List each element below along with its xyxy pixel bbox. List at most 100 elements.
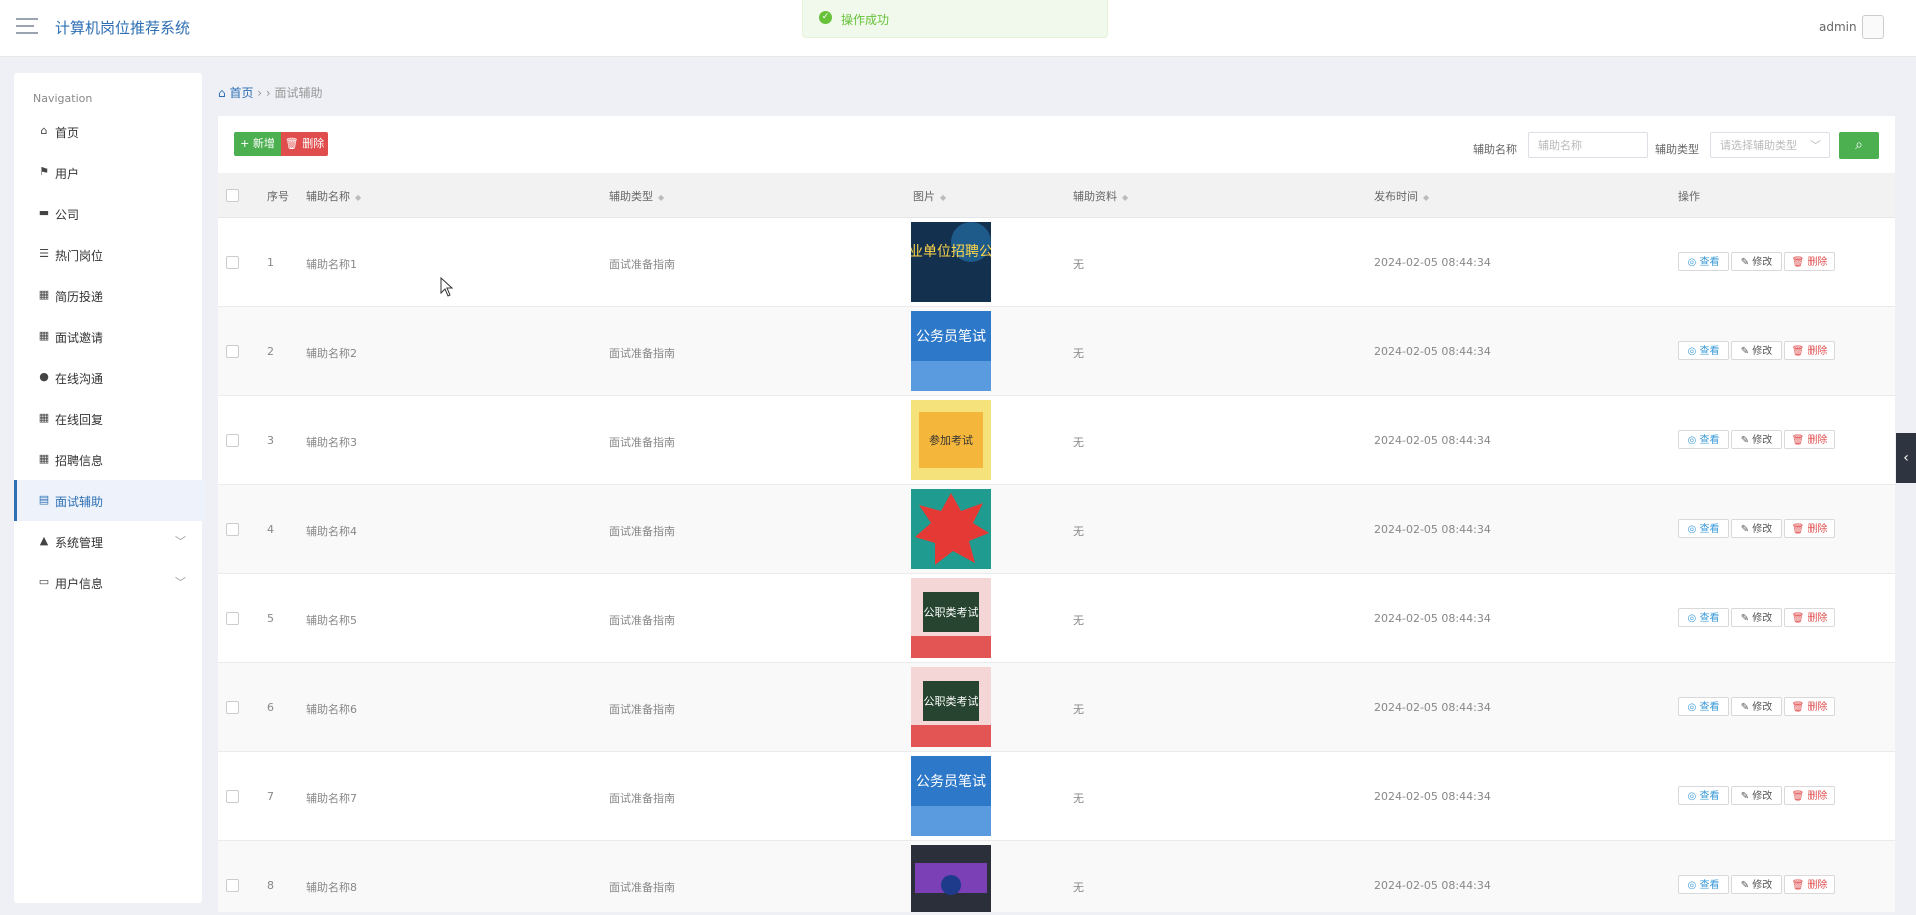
sidebar-item-label: 用户信息 [55,577,104,591]
sort-icon: ◆ [940,193,947,202]
cell-material: 无 [1073,436,1084,449]
thumbnail-image[interactable]: 事业单位招聘公告 [895,222,1007,302]
search-button[interactable]: ⌕ [1839,132,1879,159]
sidebar-item-online-chat[interactable]: ● 在线沟通 [14,357,202,398]
toast-message: 操作成功 [841,13,890,27]
col-material[interactable]: 辅助资料 ◆ [1073,188,1128,204]
thumbnail-image[interactable]: 参加考试 [911,400,991,480]
sidebar-item-home[interactable]: ⌂ 首页 [14,111,202,152]
view-button[interactable]: ◎ 查看 [1678,430,1729,449]
delete-button[interactable]: 🗑 删除 [1784,341,1835,360]
cell-time: 2024-02-05 08:44:34 [1374,701,1491,714]
cell-time: 2024-02-05 08:44:34 [1374,612,1491,625]
sidebar-item-hot-jobs[interactable]: ☰ 热门岗位 [14,234,202,275]
cell-type: 面试准备指南 [609,258,675,271]
row-checkbox[interactable] [226,434,239,447]
sidebar-item-company[interactable]: ▬ 公司 [14,193,202,234]
thumbnail-image[interactable]: 公务员笔试 [911,756,991,836]
sidebar-item-system[interactable]: ▲ 系统管理 ﹀ [14,521,202,562]
sidebar-item-user-info[interactable]: ▭ 用户信息 ﹀ [14,562,202,603]
cell-no: 3 [267,434,274,447]
row-checkbox[interactable] [226,523,239,536]
table-row: 6 辅助名称6 面试准备指南 公职类考试 无 2024-02-05 08:44:… [218,663,1895,752]
chevron-left-icon: ‹ [1903,450,1909,466]
batch-delete-button[interactable]: 🗑 删除 [281,132,328,156]
delete-button[interactable]: 🗑 删除 [1784,875,1835,894]
sidebar-item-online-reply[interactable]: ▦ 在线回复 [14,398,202,439]
thumbnail-image[interactable]: 公务员笔试 [911,311,991,391]
menu-toggle-icon[interactable] [16,18,38,36]
type-select[interactable]: 请选择辅助类型 ﹀ [1710,132,1830,158]
row-checkbox[interactable] [226,256,239,269]
edit-button[interactable]: ✎ 修改 [1731,430,1782,449]
col-name[interactable]: 辅助名称 ◆ [306,188,361,204]
edit-button[interactable]: ✎ 修改 [1731,341,1782,360]
mouse-cursor-icon [440,277,454,297]
collapse-panel-tab[interactable]: ‹ [1896,433,1916,483]
thumbnail-image[interactable] [911,489,991,569]
row-checkbox[interactable] [226,612,239,625]
avatar[interactable] [1862,15,1884,39]
sidebar: Navigation ⌂ 首页 ⚑ 用户 ▬ 公司 ☰ 热门岗位 ▦ 简历投递 … [14,73,205,903]
sidebar-item-recruit-info[interactable]: ▦ 招聘信息 [14,439,202,480]
view-button[interactable]: ◎ 查看 [1678,519,1729,538]
chevron-down-icon: ﹀ [175,535,186,548]
view-button[interactable]: ◎ 查看 [1678,608,1729,627]
row-checkbox[interactable] [226,790,239,803]
thumb-graphic: 公务员笔试 [911,311,991,391]
thumb-caption: 事业单位招聘公告 [911,244,991,260]
thumbnail-image[interactable] [911,845,991,912]
col-no: 序号 [267,190,289,203]
delete-button[interactable]: 🗑 删除 [1784,786,1835,805]
delete-button[interactable]: 🗑 删除 [1784,697,1835,716]
edit-button[interactable]: ✎ 修改 [1731,786,1782,805]
sidebar-item-resume[interactable]: ▦ 简历投递 [14,275,202,316]
user-name[interactable]: admin [1819,20,1857,34]
delete-button[interactable]: 🗑 删除 [1784,519,1835,538]
col-image[interactable]: 图片 ◆ [913,188,946,204]
breadcrumb-home[interactable]: ⌂ 首页 [218,86,253,100]
view-button[interactable]: ◎ 查看 [1678,786,1729,805]
table-row: 5 辅助名称5 面试准备指南 公职类考试 无 2024-02-05 08:44:… [218,574,1895,663]
col-type[interactable]: 辅助类型 ◆ [609,188,664,204]
edit-button[interactable]: ✎ 修改 [1731,252,1782,271]
cell-no: 1 [267,256,274,269]
sidebar-item-interview-invite[interactable]: ▦ 面试邀请 [14,316,202,357]
thumb-graphic [911,845,991,912]
edit-button[interactable]: ✎ 修改 [1731,697,1782,716]
cell-no: 6 [267,701,274,714]
delete-button[interactable]: 🗑 删除 [1784,252,1835,271]
cell-material: 无 [1073,881,1084,894]
cell-time: 2024-02-05 08:44:34 [1374,523,1491,536]
row-checkbox[interactable] [226,879,239,892]
cell-type: 面试准备指南 [609,881,675,894]
sidebar-item-interview-aid[interactable]: ▤ 面试辅助 [14,480,205,521]
add-button[interactable]: + 新增 [234,132,281,156]
name-search-input[interactable]: 辅助名称 [1528,132,1648,158]
chat-icon: ▤ [38,493,50,506]
edit-button[interactable]: ✎ 修改 [1731,519,1782,538]
edit-button[interactable]: ✎ 修改 [1731,608,1782,627]
edit-button[interactable]: ✎ 修改 [1731,875,1782,894]
delete-button[interactable]: 🗑 删除 [1784,608,1835,627]
view-button[interactable]: ◎ 查看 [1678,697,1729,716]
view-button[interactable]: ◎ 查看 [1678,875,1729,894]
row-checkbox[interactable] [226,701,239,714]
view-button[interactable]: ◎ 查看 [1678,341,1729,360]
cell-no: 8 [267,879,274,892]
select-all-checkbox[interactable] [226,189,239,202]
delete-button[interactable]: 🗑 删除 [1784,430,1835,449]
cell-time: 2024-02-05 08:44:34 [1374,790,1491,803]
cell-type: 面试准备指南 [609,347,675,360]
sidebar-item-users[interactable]: ⚑ 用户 [14,152,202,193]
row-checkbox[interactable] [226,345,239,358]
thumbnail-image[interactable]: 公职类考试 [911,667,991,747]
cell-name: 辅助名称1 [306,258,357,271]
thumb-caption: 公务员笔试 [916,329,986,345]
sidebar-item-label: 首页 [55,126,80,140]
thumbnail-image[interactable]: 公职类考试 [911,578,991,658]
view-button[interactable]: ◎ 查看 [1678,252,1729,271]
sidebar-item-label: 热门岗位 [55,249,104,263]
col-time[interactable]: 发布时间 ◆ [1374,188,1429,204]
app-title: 计算机岗位推荐系统 [55,19,191,37]
